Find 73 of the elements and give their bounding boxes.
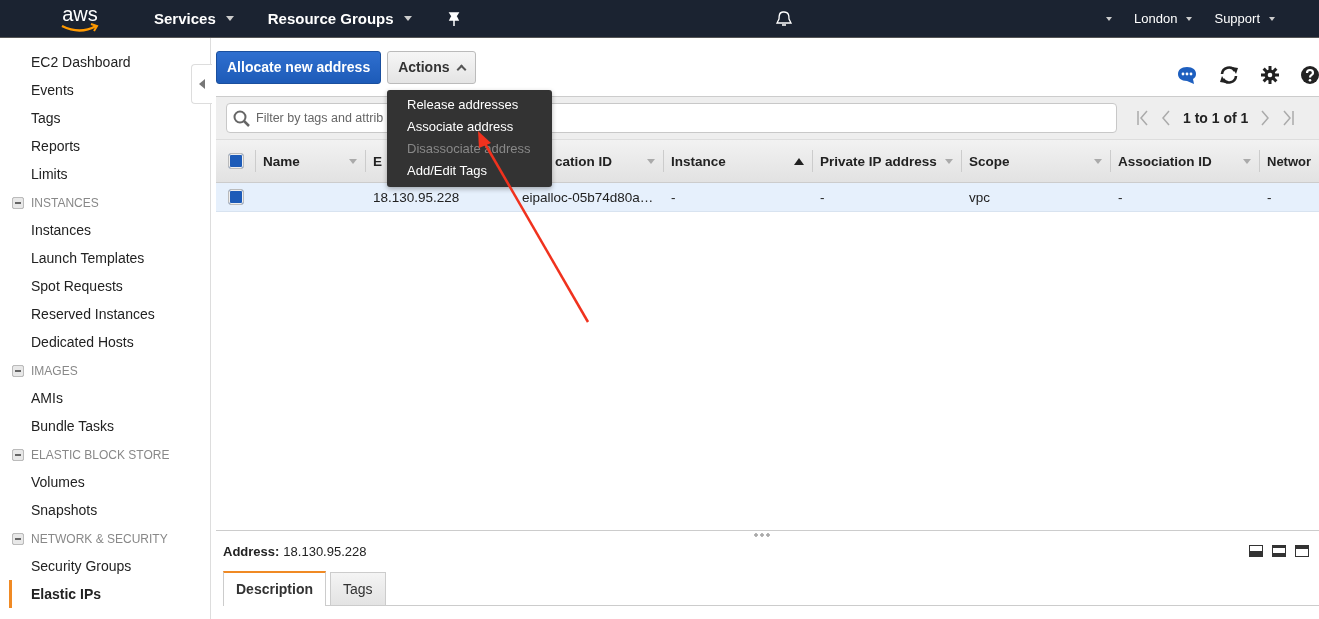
checkbox[interactable]: [228, 189, 244, 205]
allocate-button[interactable]: Allocate new address: [216, 50, 382, 84]
caret-icon: [1186, 16, 1193, 21]
sidebar-item[interactable]: EC2 Dashboard: [9, 48, 131, 76]
page-count: 1 to 1 of 1: [1183, 110, 1249, 126]
table-cell: -: [671, 189, 676, 205]
checkbox[interactable]: [228, 153, 244, 169]
sidebar-item[interactable]: Tags: [9, 104, 61, 132]
detail-value: 18.130.95.228: [283, 543, 367, 559]
menu-item[interactable]: Add/Edit Tags: [387, 160, 552, 182]
column-header[interactable]: E: [373, 153, 382, 169]
layout-icon[interactable]: [1272, 545, 1286, 557]
table-cell: 18.130.95.228: [373, 189, 460, 205]
settings-icon[interactable]: [1261, 66, 1279, 84]
nav-menu[interactable]: Services: [154, 10, 234, 27]
sidebar-item[interactable]: Reserved Instances: [9, 300, 155, 328]
refresh-icon[interactable]: [1219, 65, 1239, 85]
sidebar-item[interactable]: Events: [9, 76, 74, 104]
caret-icon[interactable]: [1106, 16, 1113, 21]
section-heading: INSTANCES: [31, 196, 99, 210]
table-cell: -: [1118, 189, 1123, 205]
sidebar-item[interactable]: Bundle Tasks: [9, 412, 114, 440]
section-heading: ELASTIC BLOCK STORE: [31, 448, 170, 462]
sidebar-item[interactable]: Elastic IPs: [9, 580, 102, 608]
table-cell: -: [1267, 189, 1272, 205]
chat-icon[interactable]: [1177, 65, 1197, 85]
table-cell: -: [820, 189, 825, 205]
sidebar-item[interactable]: Dedicated Hosts: [9, 328, 134, 356]
column-header[interactable]: Instance: [671, 153, 726, 169]
resize-handle[interactable]: [753, 533, 771, 537]
nav-menu[interactable]: London: [1134, 11, 1193, 26]
column-header[interactable]: Private IP address: [820, 153, 937, 169]
help-icon[interactable]: [1301, 66, 1319, 84]
tab[interactable]: Tags: [330, 572, 386, 605]
sidebar-item[interactable]: AMIs: [9, 384, 63, 412]
smile-icon: [60, 22, 100, 33]
sidebar-item[interactable]: Security Groups: [9, 552, 132, 580]
sidebar-item[interactable]: Instances: [9, 216, 91, 244]
caret-icon: [1269, 16, 1275, 21]
sidebar-item[interactable]: Limits: [9, 160, 68, 188]
nav-menu[interactable]: Support: [1214, 11, 1275, 26]
sidebar-item[interactable]: Snapshots: [9, 496, 98, 524]
table-cell: vpc: [969, 189, 990, 205]
search-icon[interactable]: [233, 110, 250, 127]
section-heading: NETWORK & SECURITY: [31, 532, 168, 546]
layout-icon[interactable]: [1249, 545, 1263, 557]
collapse-icon[interactable]: [12, 365, 24, 377]
collapse-icon[interactable]: [12, 533, 24, 545]
column-header[interactable]: cation ID: [555, 153, 612, 169]
detail-label: Address:: [223, 543, 280, 559]
caret-icon: [403, 16, 412, 21]
sort-icon[interactable]: [794, 157, 804, 165]
bell-icon[interactable]: [774, 9, 793, 28]
nav-menu[interactable]: Resource Groups: [267, 10, 412, 27]
caret-icon: [225, 16, 234, 21]
sidebar-item[interactable]: Volumes: [9, 468, 85, 496]
column-header[interactable]: Name: [263, 153, 300, 169]
actions-button[interactable]: Actions: [387, 50, 476, 84]
table-cell: eipalloc-05b74d80a…: [522, 189, 654, 205]
sidebar-item[interactable]: Launch Templates: [9, 244, 145, 272]
collapse-tab[interactable]: [191, 64, 212, 104]
sidebar-item[interactable]: Reports: [9, 132, 81, 160]
collapse-icon[interactable]: [12, 449, 24, 461]
section-heading: IMAGES: [31, 364, 78, 378]
column-header[interactable]: Networ: [1267, 153, 1312, 169]
logo-text: aws: [62, 4, 98, 23]
collapse-icon[interactable]: [12, 197, 24, 209]
tab[interactable]: Description: [223, 571, 326, 606]
column-header[interactable]: Association ID: [1118, 153, 1212, 169]
layout-icon[interactable]: [1295, 545, 1309, 557]
column-header[interactable]: Scope: [969, 153, 1010, 169]
sidebar-item[interactable]: Spot Requests: [9, 272, 123, 300]
table-row[interactable]: 18.130.95.228 eipalloc-05b74d80a… - - vpc - -: [216, 183, 1319, 212]
